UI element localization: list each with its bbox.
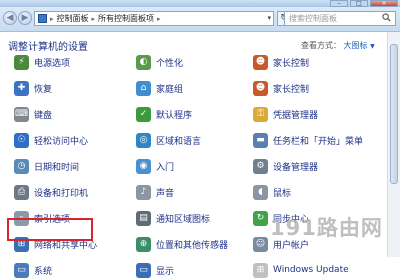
control-panel-item[interactable]: ⚿ 凭据管理器 — [253, 106, 318, 122]
search-placeholder: 搜索控制面板 — [289, 14, 337, 23]
breadcrumb-separator-icon: ▸ — [91, 14, 96, 23]
forward-arrow-icon: ▶ — [21, 13, 29, 23]
sound-icon: ♪ — [136, 184, 151, 200]
item-label: Windows Update — [273, 265, 349, 275]
control-panel-item[interactable]: ◖ 鼠标 — [253, 184, 291, 200]
control-panel-item[interactable]: ▤ 通知区域图标 — [136, 210, 210, 226]
item-label: 个性化 — [156, 58, 184, 69]
parental-controls-icon: ☻ — [253, 80, 268, 96]
control-panel-item[interactable]: ⌨ 键盘 — [14, 106, 52, 122]
item-label: 恢复 — [34, 84, 53, 95]
credential-manager-icon: ⚿ — [253, 106, 268, 122]
scrollbar-thumb[interactable] — [390, 44, 398, 184]
control-panel-item[interactable]: ◎ 区域和语言 — [136, 132, 201, 148]
item-label: 任务栏和「开始」菜单 — [273, 136, 364, 147]
sync-center-icon: ↻ — [253, 210, 268, 226]
personalization-icon: ◐ — [136, 54, 151, 70]
item-label: 位置和其他传感器 — [156, 240, 229, 251]
item-label: 轻松访问中心 — [34, 136, 89, 147]
homegroup-icon: ⌂ — [136, 80, 151, 96]
search-icon[interactable] — [382, 13, 391, 22]
close-button[interactable]: × — [370, 0, 398, 7]
control-panel-item[interactable]: ▭ 系统 — [14, 262, 52, 278]
vertical-scrollbar[interactable] — [387, 32, 400, 257]
item-label: 通知区域图标 — [156, 214, 211, 225]
control-panel-item[interactable]: ☉ 轻松访问中心 — [14, 132, 88, 148]
back-button[interactable]: ◀ — [3, 11, 17, 25]
windows-update-icon: ⊞ — [253, 262, 268, 278]
window-title-bar: – □ × — [0, 0, 400, 7]
control-panel-item[interactable]: ▬ 任务栏和「开始」菜单 — [253, 132, 363, 148]
keyboard-icon: ⌨ — [14, 106, 29, 122]
minimize-button[interactable]: – — [330, 0, 348, 7]
item-label: 设备管理器 — [273, 162, 319, 173]
item-label: 电源选项 — [34, 58, 71, 69]
control-panel-item[interactable]: ⎙ 设备和打印机 — [14, 184, 88, 200]
taskbar-start-menu-icon: ▬ — [253, 132, 268, 148]
user-accounts-icon: ☺ — [253, 236, 268, 252]
notification-area-icon: ▤ — [136, 210, 151, 226]
search-input[interactable]: 搜索控制面板 — [284, 11, 396, 26]
control-panel-item[interactable]: ◉ 入门 — [136, 158, 174, 174]
control-panel-item[interactable]: ⊕ 位置和其他传感器 — [136, 236, 228, 252]
window-controls: – □ × — [330, 0, 398, 7]
chevron-down-icon[interactable]: ▾ — [267, 14, 271, 22]
ease-of-access-icon: ☉ — [14, 132, 29, 148]
maximize-button[interactable]: □ — [350, 0, 368, 7]
region-language-icon: ◎ — [136, 132, 151, 148]
highlight-box — [7, 218, 93, 241]
item-label: 凭据管理器 — [273, 110, 319, 121]
getting-started-icon: ◉ — [136, 158, 151, 174]
display-icon: ▭ — [136, 262, 151, 278]
item-label: 系统 — [34, 266, 53, 277]
item-label: 默认程序 — [156, 110, 193, 121]
item-label: 声音 — [156, 188, 175, 199]
back-arrow-icon: ◀ — [6, 13, 14, 23]
breadcrumb-separator-icon: ▸ — [50, 14, 54, 23]
control-panel-item[interactable]: ☻ 家长控制 — [253, 80, 309, 96]
mouse-icon: ◖ — [253, 184, 268, 200]
control-panel-icon — [38, 14, 47, 23]
item-label: 入门 — [156, 162, 175, 173]
item-label: 显示 — [156, 266, 175, 277]
item-label: 鼠标 — [273, 188, 292, 199]
control-panel-item[interactable]: ⊞ Windows Update — [253, 262, 349, 278]
recovery-icon: ✚ — [14, 80, 29, 96]
control-panel-item[interactable]: ⚙ 设备管理器 — [253, 158, 318, 174]
address-toolbar: ◀ ▶ ▸ 控制面板 ▸ 所有控制面板项 ▸ ▾ ↻ 搜索控制面板 — [0, 7, 400, 32]
item-label: 设备和打印机 — [34, 188, 89, 199]
item-label: 家庭组 — [156, 84, 184, 95]
control-panel-item[interactable]: ☻ 家长控制 — [253, 54, 309, 70]
breadcrumb-all-items[interactable]: 所有控制面板项 — [98, 13, 154, 24]
breadcrumb-control-panel[interactable]: 控制面板 — [57, 13, 89, 24]
system-icon: ▭ — [14, 262, 29, 278]
parental-controls-icon: ☻ — [253, 54, 268, 70]
item-label: 家长控制 — [273, 58, 310, 69]
watermark-text: 191路由网 — [270, 216, 383, 240]
control-panel-item[interactable]: ⚡ 电源选项 — [14, 54, 70, 70]
default-programs-icon: ✓ — [136, 106, 151, 122]
control-panel-item[interactable]: ⌂ 家庭组 — [136, 80, 183, 96]
control-panel-item[interactable]: ♪ 声音 — [136, 184, 174, 200]
devices-printers-icon: ⎙ — [14, 184, 29, 200]
date-time-icon: ◷ — [14, 158, 29, 174]
control-panel-item[interactable]: ✓ 默认程序 — [136, 106, 192, 122]
control-panel-item[interactable]: ◐ 个性化 — [136, 54, 183, 70]
item-label: 家长控制 — [273, 84, 310, 95]
control-panel-item[interactable]: ✚ 恢复 — [14, 80, 52, 96]
device-manager-icon: ⚙ — [253, 158, 268, 174]
power-options-icon: ⚡ — [14, 54, 29, 70]
forward-button[interactable]: ▶ — [18, 11, 32, 25]
item-label: 键盘 — [34, 110, 53, 121]
item-label: 日期和时间 — [34, 162, 80, 173]
item-label: 区域和语言 — [156, 136, 202, 147]
breadcrumb-separator-icon: ▸ — [157, 14, 161, 23]
control-panel-item[interactable]: ▭ 显示 — [136, 262, 174, 278]
address-bar[interactable]: ▸ 控制面板 ▸ 所有控制面板项 ▸ ▾ — [34, 11, 274, 26]
location-sensors-icon: ⊕ — [136, 236, 151, 252]
control-panel-item[interactable]: ◷ 日期和时间 — [14, 158, 79, 174]
